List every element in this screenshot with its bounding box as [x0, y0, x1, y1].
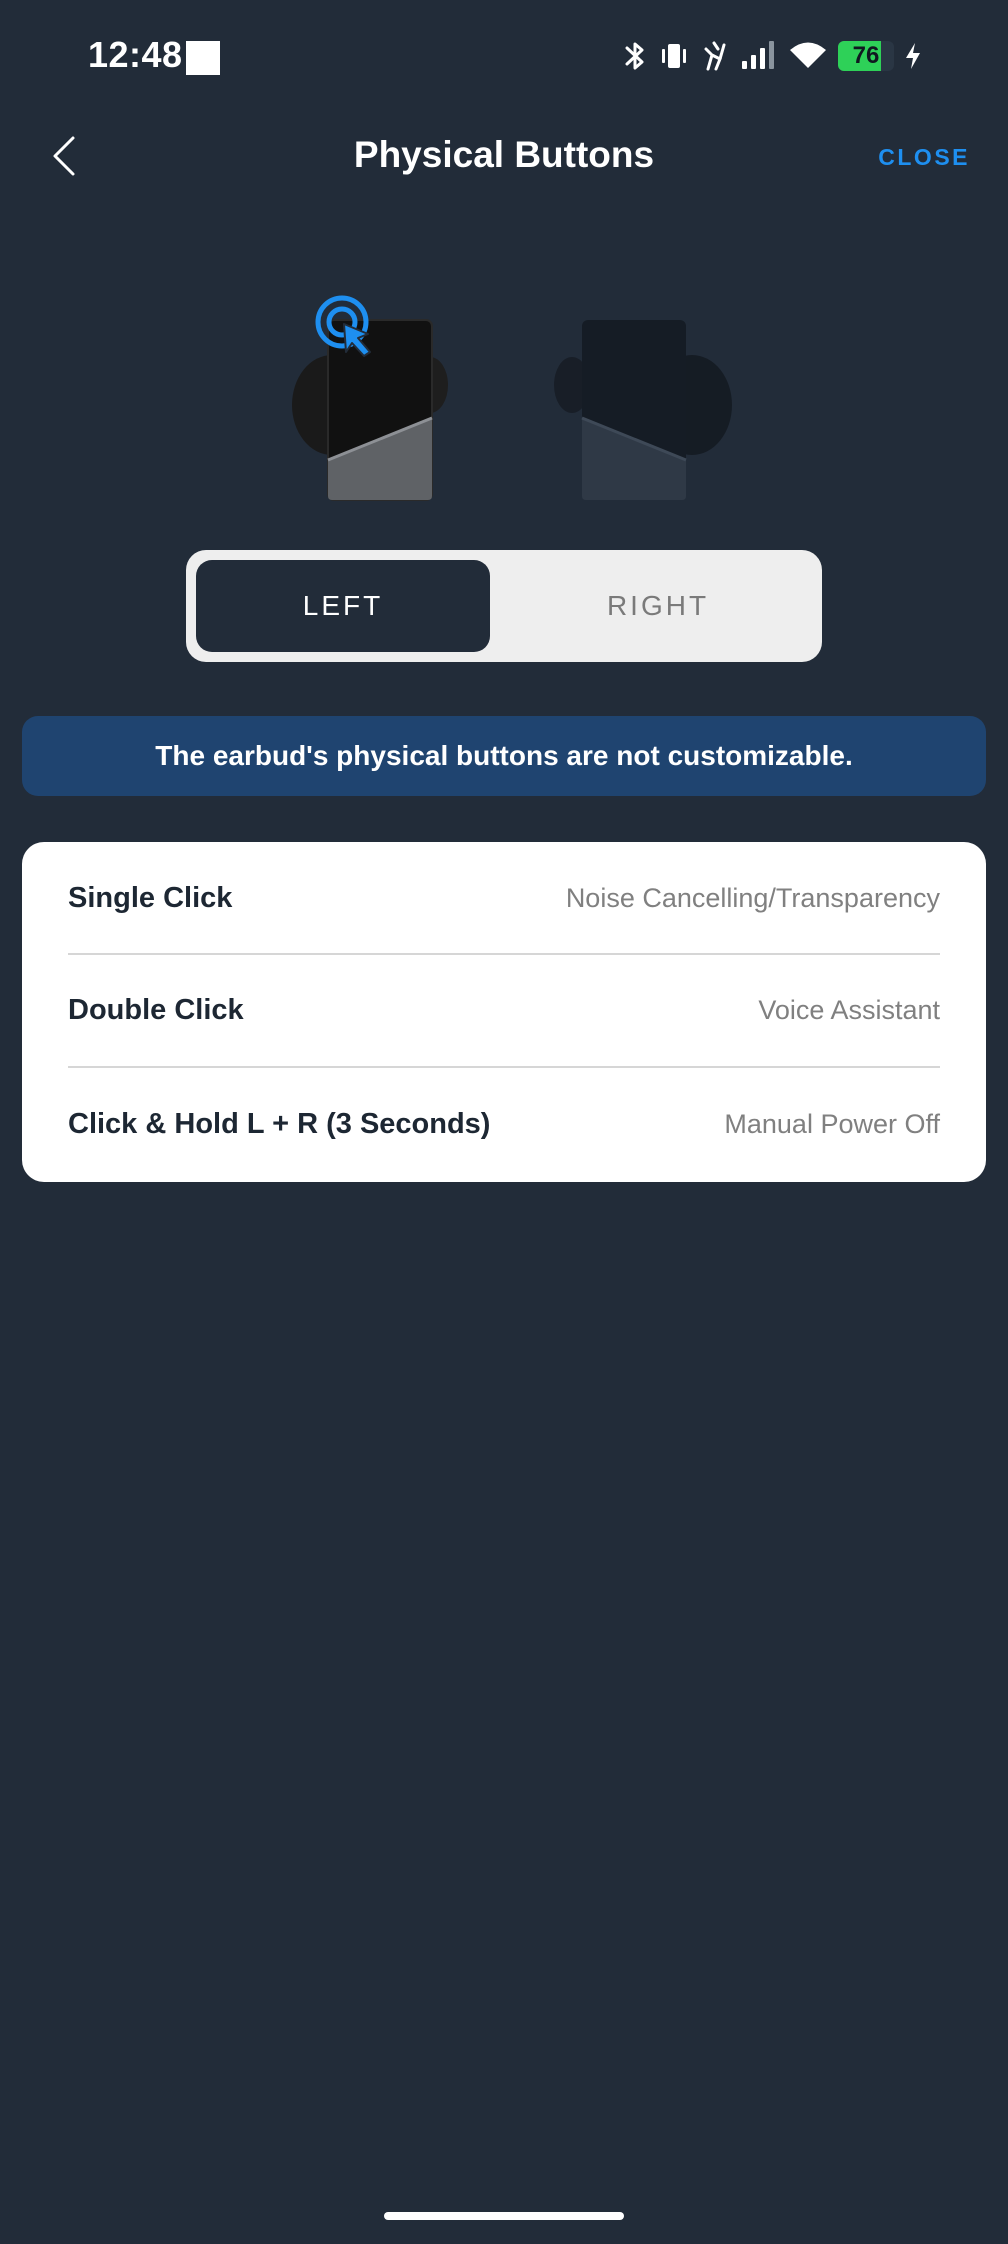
home-indicator[interactable]: [384, 2212, 624, 2220]
page-title: Physical Buttons: [353, 134, 655, 175]
control-value: Manual Power Off: [724, 1108, 940, 1139]
control-label: Click & Hold L + R (3 Seconds): [68, 1107, 491, 1140]
earbuds-illustration: [280, 290, 740, 510]
control-row-click-and-hold[interactable]: Click & Hold L + R (3 Seconds) Manual Po…: [68, 1068, 940, 1180]
tab-left[interactable]: LEFT: [196, 560, 490, 652]
signal-icon: [740, 39, 778, 73]
bluetooth-icon: [622, 39, 648, 73]
battery-level: 76: [852, 42, 880, 69]
control-row-double-click[interactable]: Double Click Voice Assistant: [68, 954, 940, 1066]
wifi-icon: [788, 39, 828, 73]
notification-square-icon: [186, 41, 220, 75]
control-row-single-click[interactable]: Single Click Noise Cancelling/Transparen…: [68, 842, 940, 954]
earbud-selector: LEFT RIGHT: [186, 550, 822, 662]
control-value: Voice Assistant: [758, 994, 940, 1025]
info-banner: The earbud's physical buttons are not cu…: [22, 716, 986, 796]
control-label: Single Click: [68, 881, 233, 914]
tab-right[interactable]: RIGHT: [504, 560, 812, 652]
battery-icon: 76: [838, 41, 894, 71]
charging-icon: [904, 41, 922, 71]
close-button[interactable]: CLOSE: [878, 144, 970, 171]
right-earbud-image: [554, 320, 732, 500]
control-value: Noise Cancelling/Transparency: [565, 882, 940, 913]
controls-card: Single Click Noise Cancelling/Transparen…: [22, 842, 986, 1182]
dolby-icon: [700, 39, 730, 73]
left-earbud-image: [292, 319, 448, 501]
status-time: 12:48: [88, 34, 183, 75]
status-bar: 12:48 76: [0, 0, 1008, 116]
control-label: Double Click: [68, 993, 244, 1026]
vibrate-icon: [658, 39, 690, 73]
header: Physical Buttons CLOSE: [0, 116, 1008, 202]
status-icons: 76: [622, 36, 922, 76]
